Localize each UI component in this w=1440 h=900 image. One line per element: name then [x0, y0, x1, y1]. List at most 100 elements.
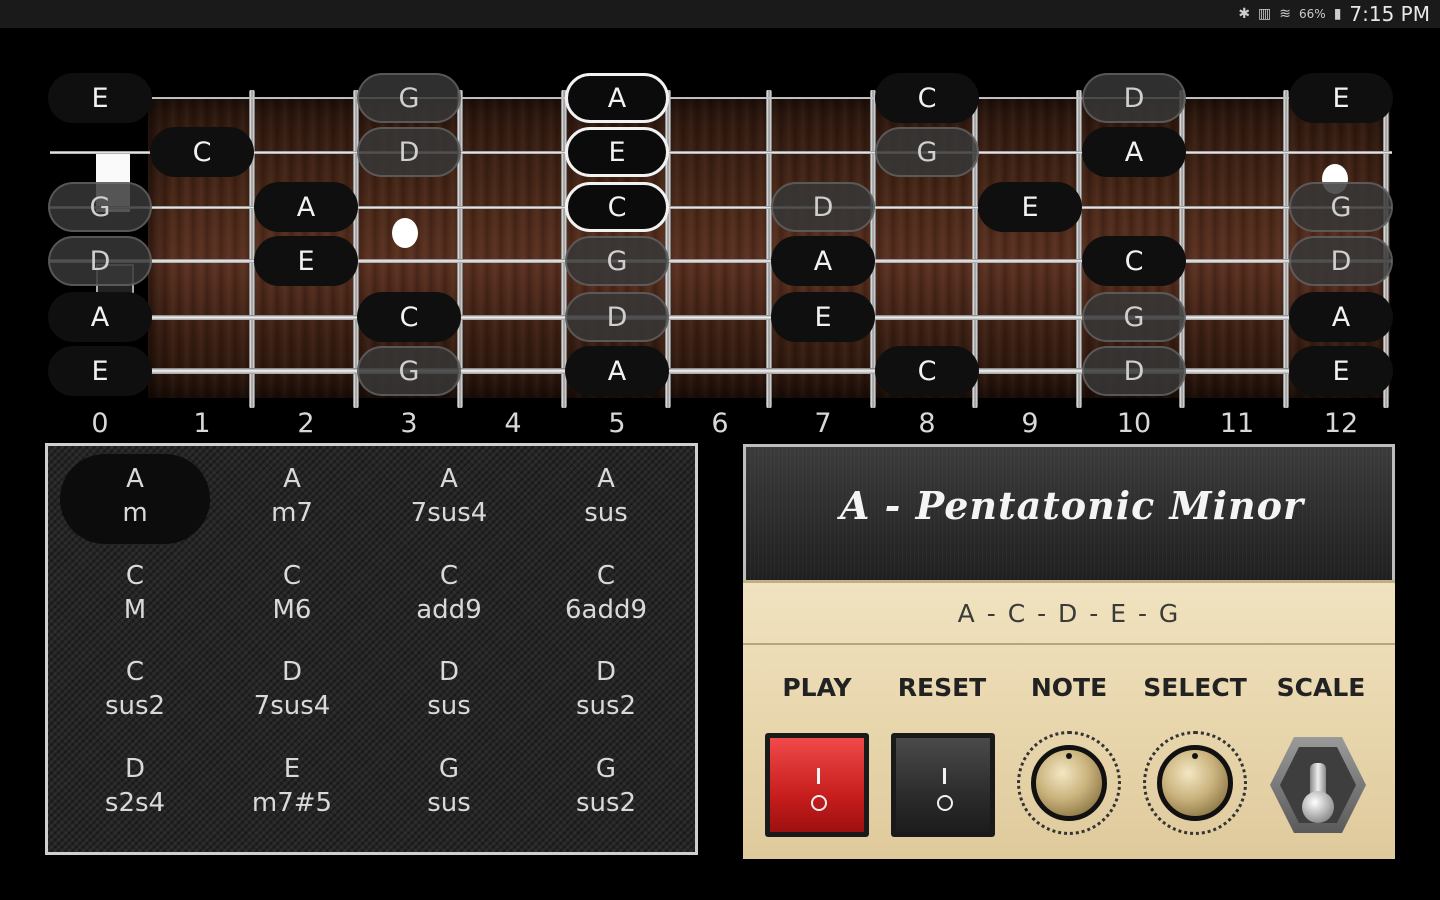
fret-note-marker[interactable]: E [978, 182, 1082, 232]
switch-off-icon [937, 795, 953, 811]
chord-type: sus2 [104, 691, 166, 721]
fret-note-marker[interactable]: E [771, 292, 875, 342]
scale-display: A - Pentatonic Minor [743, 444, 1395, 584]
chord-button[interactable]: Csus2 [56, 643, 214, 739]
chord-button[interactable]: A 7sus4 [370, 450, 528, 546]
fret-wire [766, 90, 772, 408]
chord-root: C [439, 560, 459, 591]
chord-button[interactable]: Ds2s4 [56, 740, 214, 836]
chord-button[interactable]: C 6add9 [527, 547, 685, 643]
chord-button[interactable]: Dsus [370, 643, 528, 739]
fret-number: 11 [1219, 408, 1255, 439]
fret-note-marker[interactable]: C [357, 292, 461, 342]
fret-note-marker[interactable]: G [357, 73, 461, 123]
fret-note-marker[interactable]: C [875, 346, 979, 396]
amp-panel: A - Pentatonic Minor A - C - D - E - G P… [743, 444, 1395, 859]
play-switch[interactable] [765, 733, 869, 837]
fret-note-marker[interactable]: A [254, 182, 358, 232]
chord-button[interactable]: C M6 [213, 547, 371, 643]
chord-button[interactable]: Asus [527, 450, 685, 546]
chord-type: 6add9 [564, 594, 648, 625]
chord-type: sus [584, 498, 628, 528]
chord-root: D [124, 753, 146, 784]
chord-root: A [283, 464, 301, 494]
fret-note-marker[interactable]: D [1082, 346, 1186, 396]
fret-note-marker[interactable]: A [1082, 127, 1186, 177]
chord-button[interactable]: Am [56, 450, 214, 546]
fret-number: 5 [608, 408, 626, 439]
fret-note-marker[interactable]: G [48, 182, 152, 232]
fret-number: 7 [814, 408, 832, 439]
guitar-string [50, 259, 1392, 263]
fret-note-marker[interactable]: C [1082, 236, 1186, 286]
fret-note-marker[interactable]: C [565, 182, 669, 232]
chord-type: M [123, 594, 147, 625]
switch-on-icon [817, 768, 820, 784]
fret-note-marker[interactable]: G [875, 127, 979, 177]
bluetooth-icon: ✱ [1238, 6, 1251, 22]
chord-button[interactable]: Cadd9 [370, 547, 528, 643]
fret-note-marker[interactable]: E [1289, 346, 1393, 396]
fret-note-marker[interactable]: A [48, 292, 152, 342]
fretboard[interactable]: EGACDECDEGAGACDEGDEGACDACDEGAEGACDE 0123… [0, 28, 1440, 448]
guitar-string [50, 368, 1392, 374]
fret-note-marker[interactable]: A [565, 346, 669, 396]
guitar-string [50, 97, 1392, 99]
fret-number: 4 [504, 408, 522, 439]
chord-root: A [126, 464, 144, 494]
fret-number: 2 [297, 408, 315, 439]
fret-note-marker[interactable]: E [48, 346, 152, 396]
chord-root: G [438, 753, 460, 784]
fret-note-marker[interactable]: A [565, 73, 669, 123]
select-knob[interactable] [1143, 731, 1247, 835]
note-knob[interactable] [1017, 731, 1121, 835]
chord-button[interactable]: D 7sus4 [213, 643, 371, 739]
play-label: PLAY [782, 673, 852, 702]
clock: 7:15 PM [1349, 2, 1430, 26]
scale-title: A - Pentatonic Minor [839, 483, 1305, 528]
fret-note-marker[interactable]: E [1289, 73, 1393, 123]
chord-button[interactable]: Gsus2 [527, 740, 685, 836]
scale-toggle-switch[interactable] [1266, 733, 1370, 837]
chord-button[interactable]: Dsus2 [527, 643, 685, 739]
chord-type: m7#5 [251, 787, 333, 818]
fret-note-marker[interactable]: D [48, 236, 152, 286]
fret-note-marker[interactable]: D [1289, 236, 1393, 286]
chord-type: sus [427, 691, 471, 721]
chord-button[interactable]: Gsus [370, 740, 528, 836]
fret-note-marker[interactable]: D [565, 292, 669, 342]
fret-note-marker[interactable]: E [254, 236, 358, 286]
fret-note-marker[interactable]: D [357, 127, 461, 177]
fret-note-marker[interactable]: D [1082, 73, 1186, 123]
chord-button[interactable]: Am7 [213, 450, 371, 546]
fret-note-marker[interactable]: A [1289, 292, 1393, 342]
note-label: NOTE [1030, 673, 1108, 702]
fret-note-marker[interactable]: G [1082, 292, 1186, 342]
vibrate-icon: ▥ [1258, 6, 1272, 22]
fret-note-marker[interactable]: G [1289, 182, 1393, 232]
chord-type: M6 [272, 594, 312, 625]
fret-note-marker[interactable]: C [875, 73, 979, 123]
toggle-ball [1302, 791, 1334, 823]
fret-wire [1283, 90, 1289, 408]
chord-panel: Am Am7 A 7sus4 Asus C M C M6 Cadd9 C 6add9 Csus2 D 7su… [45, 443, 698, 855]
guitar-string [50, 315, 1392, 320]
fret-note-marker[interactable]: E [48, 73, 152, 123]
fret-inlay-dot [392, 218, 418, 248]
fret-note-marker[interactable]: C [150, 127, 254, 177]
fret-number: 6 [711, 408, 729, 439]
chord-button[interactable]: CM [56, 547, 214, 643]
fret-number: 9 [1021, 408, 1039, 439]
fret-note-marker[interactable]: D [771, 182, 875, 232]
fret-number: 3 [400, 408, 418, 439]
guitar-string [50, 206, 1392, 209]
chord-root: D [595, 657, 617, 687]
fret-note-marker[interactable]: E [565, 127, 669, 177]
fret-note-marker[interactable]: A [771, 236, 875, 286]
fret-note-marker[interactable]: G [565, 236, 669, 286]
fret-note-marker[interactable]: G [357, 346, 461, 396]
reset-switch[interactable] [891, 733, 995, 837]
fret-number: 12 [1323, 408, 1359, 439]
chord-button[interactable]: Em7#5 [213, 740, 371, 836]
fret-wire [1076, 90, 1082, 408]
